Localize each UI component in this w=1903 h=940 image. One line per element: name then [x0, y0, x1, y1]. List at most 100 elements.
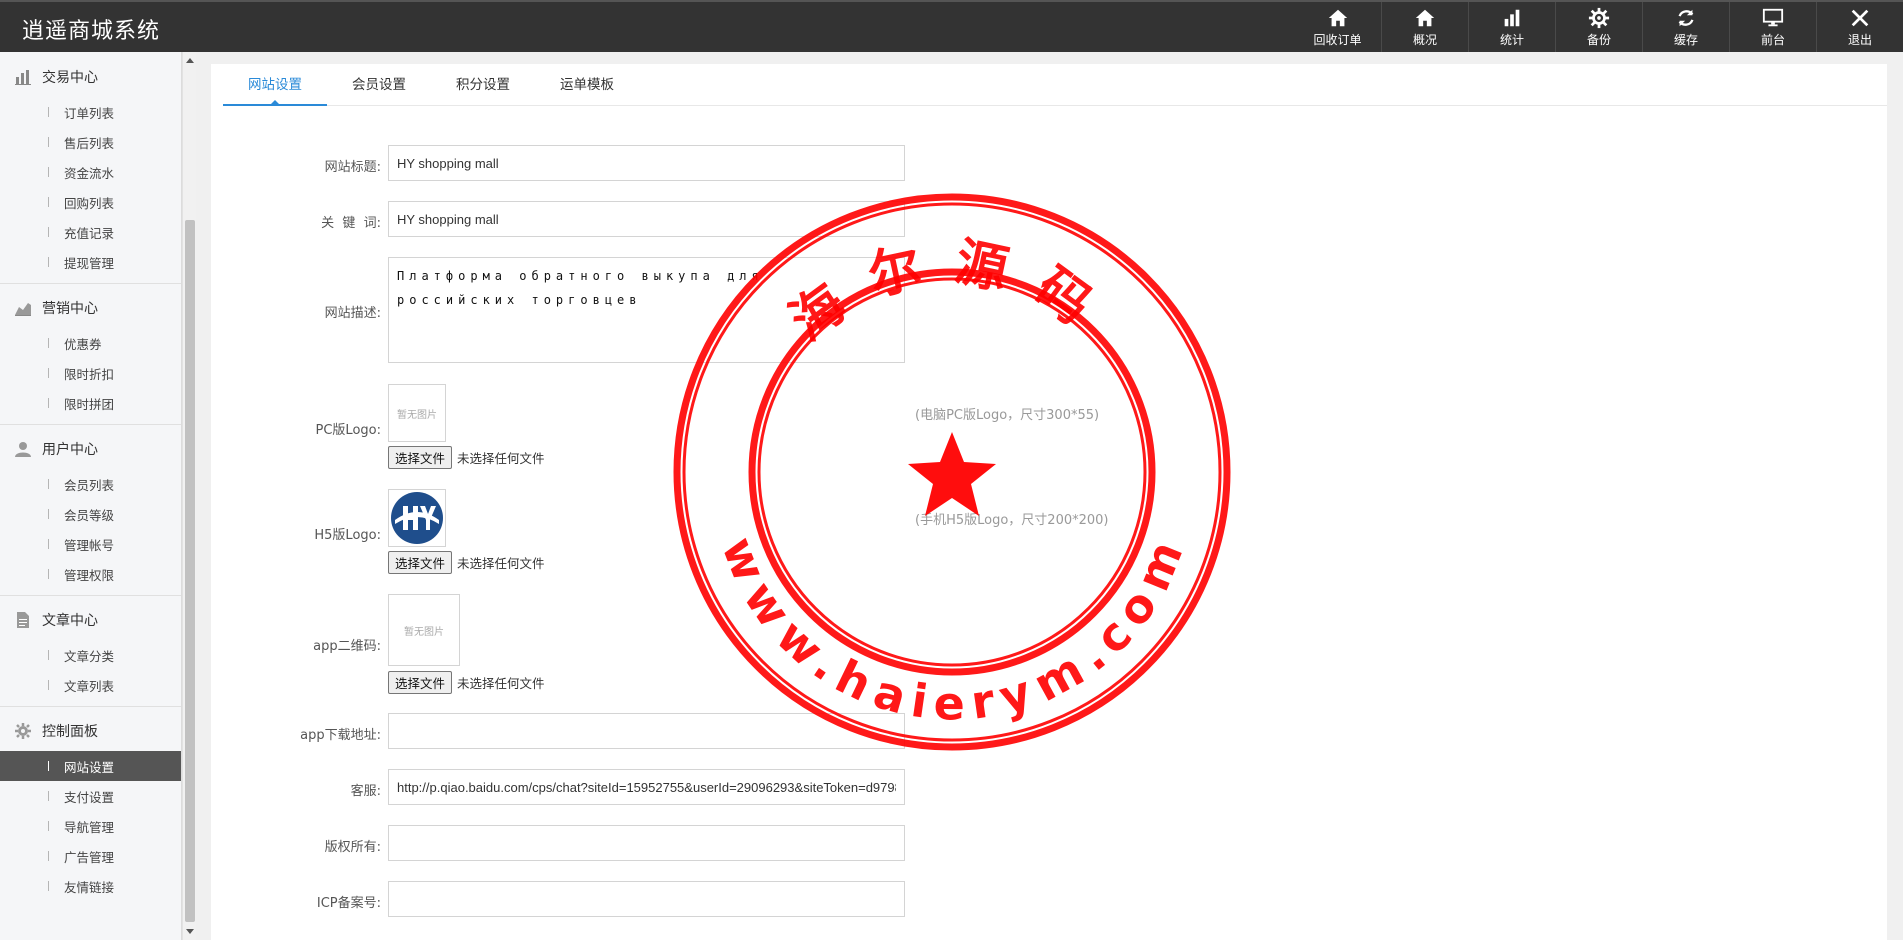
- sidebar-group-articles[interactable]: 文章中心: [0, 600, 181, 640]
- sidebar-group-label: 营销中心: [42, 301, 98, 317]
- sidebar-item-group-buy[interactable]: 限时拼团: [0, 388, 181, 418]
- sidebar-group-label: 用户中心: [42, 442, 98, 458]
- sidebar-item-ads[interactable]: 广告管理: [0, 841, 181, 871]
- sidebar-group-users[interactable]: 用户中心: [0, 429, 181, 469]
- nav-cache[interactable]: 缓存: [1642, 2, 1729, 52]
- sidebar-item-navigation[interactable]: 导航管理: [0, 811, 181, 841]
- sidebar-group-control-panel[interactable]: 控制面板: [0, 711, 181, 751]
- bar-chart-icon: [1504, 9, 1520, 26]
- pc-logo-hint: (电脑PC版Logo，尺寸300*55): [915, 408, 1100, 423]
- description-label: 网站描述:: [324, 306, 381, 321]
- close-icon: [1851, 9, 1869, 26]
- copyright-input[interactable]: [388, 825, 905, 861]
- sidebar-item-aftersale[interactable]: 售后列表: [0, 127, 181, 157]
- description-textarea[interactable]: Платформа обратного выкупа для российски…: [388, 257, 905, 363]
- sidebar-item-label: 限时折扣: [64, 366, 115, 382]
- divider: [0, 706, 181, 707]
- sidebar-group-trade[interactable]: 交易中心: [0, 57, 181, 97]
- sidebar-item-label: 管理权限: [64, 567, 115, 583]
- document-icon: [17, 612, 29, 628]
- pc-logo-choose-file-button[interactable]: 选择文件: [388, 446, 453, 469]
- pc-logo-file-status: 未选择任何文件: [457, 451, 545, 466]
- site-title-input[interactable]: [388, 145, 905, 181]
- sidebar-item-payment-settings[interactable]: 支付设置: [0, 781, 181, 811]
- nav-label: 前台: [1760, 32, 1785, 47]
- app-qr-preview: 暂无图片: [388, 594, 460, 666]
- sidebar-item-label: 售后列表: [64, 135, 115, 151]
- keywords-input[interactable]: [388, 201, 905, 237]
- scrollbar-thumb[interactable]: [185, 220, 195, 922]
- sidebar-item-label: 导航管理: [64, 819, 115, 835]
- hy-logo-icon: [391, 492, 443, 544]
- sidebar-item-orders[interactable]: 订单列表: [0, 97, 181, 127]
- nav-backup[interactable]: 备份: [1555, 2, 1642, 52]
- app-title: 逍遥商城系统: [22, 19, 161, 44]
- icp-input[interactable]: [388, 881, 905, 917]
- sidebar-item-permissions[interactable]: 管理权限: [0, 559, 181, 589]
- sidebar-item-member-levels[interactable]: 会员等级: [0, 499, 181, 529]
- area-chart-icon: [15, 303, 31, 316]
- sidebar-item-label: 文章分类: [64, 648, 115, 664]
- sidebar-scrollbar[interactable]: [182, 52, 196, 940]
- keywords-label: 关 键 词:: [321, 216, 381, 231]
- sidebar-item-label: 优惠券: [64, 336, 102, 352]
- sidebar-item-label: 广告管理: [64, 849, 115, 865]
- sidebar-item-funds[interactable]: 资金流水: [0, 157, 181, 187]
- sidebar: 交易中心 订单列表 售后列表 资金流水 回购列表 充值记录 提现管理 营销中心 …: [0, 52, 182, 940]
- nav-recycle-orders[interactable]: 回收订单: [1294, 2, 1381, 52]
- gear-icon: [15, 723, 31, 739]
- sidebar-item-label: 限时拼团: [64, 396, 115, 412]
- nav-statistics[interactable]: 统计: [1468, 2, 1555, 52]
- service-input[interactable]: [388, 769, 905, 805]
- sidebar-item-label: 会员列表: [64, 477, 115, 493]
- tab-member-settings[interactable]: 会员设置: [327, 64, 431, 106]
- main-panel: 网站设置 会员设置 积分设置 运单模板 网站标题: 关 键 词: 网站描述: П…: [211, 64, 1887, 940]
- scroll-up-icon[interactable]: [186, 58, 194, 63]
- service-label: 客服:: [350, 784, 381, 799]
- sidebar-item-admin-accounts[interactable]: 管理帐号: [0, 529, 181, 559]
- sidebar-item-flash-discount[interactable]: 限时折扣: [0, 358, 181, 388]
- divider: [0, 595, 181, 596]
- sidebar-item-withdraw[interactable]: 提现管理: [0, 247, 181, 277]
- refresh-icon: [1678, 9, 1694, 26]
- h5-logo-preview: [388, 489, 446, 547]
- app-qr-choose-file-button[interactable]: 选择文件: [388, 671, 453, 694]
- sidebar-item-article-list[interactable]: 文章列表: [0, 670, 181, 700]
- sidebar-item-friend-links[interactable]: 友情链接: [0, 871, 181, 901]
- sidebar-item-label: 会员等级: [64, 507, 115, 523]
- tab-points-settings[interactable]: 积分设置: [431, 64, 535, 106]
- h5-logo-file-status: 未选择任何文件: [457, 556, 545, 571]
- divider: [0, 283, 181, 284]
- nav-frontend[interactable]: 前台: [1729, 2, 1816, 52]
- nav-overview[interactable]: 概况: [1381, 2, 1468, 52]
- monitor-icon: [1762, 8, 1784, 26]
- sidebar-item-article-categories[interactable]: 文章分类: [0, 640, 181, 670]
- sidebar-item-recharge[interactable]: 充值记录: [0, 217, 181, 247]
- top-nav: 回收订单 概况 统计 备份 缓存 前台 退出: [1294, 2, 1903, 52]
- sidebar-item-label: 管理帐号: [64, 537, 115, 553]
- home-icon: [1415, 9, 1435, 26]
- sidebar-item-coupons[interactable]: 优惠券: [0, 328, 181, 358]
- sidebar-item-site-settings[interactable]: 网站设置: [0, 751, 181, 781]
- tab-waybill-template[interactable]: 运单模板: [535, 64, 639, 106]
- sidebar-group-label: 交易中心: [42, 70, 98, 86]
- h5-logo-choose-file-button[interactable]: 选择文件: [388, 551, 453, 574]
- sidebar-group-label: 文章中心: [42, 613, 98, 629]
- sidebar-item-label: 订单列表: [64, 105, 115, 121]
- h5-logo-file-row: 选择文件 未选择任何文件: [388, 551, 545, 574]
- sidebar-item-buyback[interactable]: 回购列表: [0, 187, 181, 217]
- pc-logo-file-row: 选择文件 未选择任何文件: [388, 446, 545, 469]
- app-qr-file-row: 选择文件 未选择任何文件: [388, 671, 545, 694]
- sidebar-group-marketing[interactable]: 营销中心: [0, 288, 181, 328]
- nav-logout[interactable]: 退出: [1816, 2, 1903, 52]
- nav-label: 缓存: [1673, 32, 1698, 47]
- settings-tabs: 网站设置 会员设置 积分设置 运单模板: [223, 64, 1887, 106]
- app-download-input[interactable]: [388, 713, 905, 749]
- sidebar-item-members[interactable]: 会员列表: [0, 469, 181, 499]
- sidebar-item-label: 回购列表: [64, 195, 115, 211]
- app-qr-label: app二维码:: [313, 639, 381, 654]
- tab-site-settings[interactable]: 网站设置: [223, 64, 327, 106]
- scroll-down-icon[interactable]: [186, 929, 194, 934]
- app-download-label: app下载地址:: [300, 728, 381, 743]
- h5-logo-hint: (手机H5版Logo，尺寸200*200): [915, 513, 1109, 528]
